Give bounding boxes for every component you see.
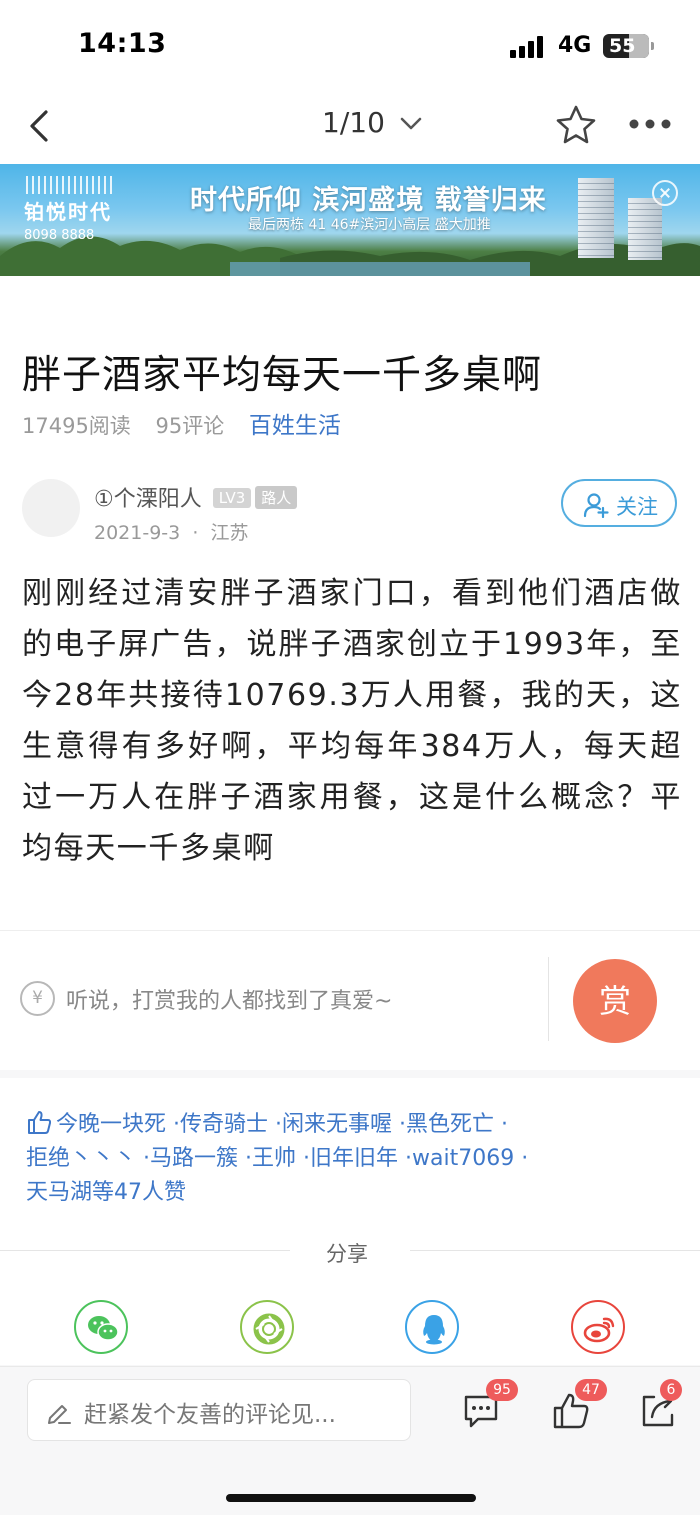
author-info: ①个溧阳人 LV3 路人 <box>94 481 298 513</box>
bottom-bar: 赶紧发个友善的评论见... 95 47 6 <box>0 1366 700 1515</box>
battery-level: 55 <box>609 35 636 57</box>
back-button[interactable] <box>22 106 62 146</box>
divider <box>548 957 549 1041</box>
liker-name[interactable]: ·黑色死亡 <box>399 1112 494 1137</box>
ad-banner[interactable]: 铂悦时代 8098 8888 时代所仰 滨河盛境 载誉归来 最后两栋 41 46… <box>0 164 700 276</box>
comments-button[interactable]: 95 <box>462 1379 518 1431</box>
liker-name[interactable]: ·王帅 <box>245 1146 296 1171</box>
like-button[interactable]: 47 <box>551 1379 607 1431</box>
read-count: 17495阅读 <box>22 414 131 438</box>
qq-icon <box>423 1315 445 1345</box>
banner-phone: 8098 8888 <box>24 228 95 243</box>
article-title: 胖子酒家平均每天一千多桌啊 <box>22 353 543 398</box>
follow-label: 关注 <box>616 495 658 519</box>
share-count-badge: 6 <box>660 1379 682 1401</box>
post-location: 江苏 <box>210 522 249 544</box>
level-badge: LV3 <box>212 488 252 508</box>
chevron-down-icon <box>400 117 422 130</box>
avatar[interactable] <box>22 479 80 537</box>
article-body: 刚刚经过清安胖子酒家门口，看到他们酒店做的电子屏广告，说胖子酒家创立于1993年… <box>22 576 682 866</box>
pencil-icon <box>48 1405 71 1424</box>
liker-name[interactable]: ·闲来无事喔 <box>275 1112 392 1137</box>
yen-icon: ¥ <box>20 981 55 1016</box>
likers-list: 今晚一块死 ·传奇骑士 ·闲来无事喔 ·黑色死亡 · 拒绝丶丶丶 ·马路一簇 ·… <box>26 1108 686 1210</box>
comment-input[interactable]: 赶紧发个友善的评论见... <box>27 1379 411 1441</box>
category-link[interactable]: 百姓生活 <box>249 413 341 439</box>
chevron-left-icon <box>30 110 48 142</box>
liker-name[interactable]: 今晚一块死 <box>56 1112 166 1137</box>
comment-count: 95评论 <box>155 414 225 438</box>
article-meta: 17495阅读 95评论 百姓生活 <box>22 406 359 440</box>
author-name[interactable]: ①个溧阳人 <box>94 487 202 512</box>
liker-name[interactable]: ·wait7069 <box>405 1146 514 1171</box>
reward-section: ¥ 听说，打赏我的人都找到了真爱~ 赏 <box>0 930 700 1070</box>
home-indicator[interactable] <box>226 1494 476 1502</box>
liker-name[interactable]: ·传奇骑士 <box>173 1112 268 1137</box>
role-badge: 路人 <box>255 486 298 509</box>
reward-text: 听说，打赏我的人都找到了真爱~ <box>66 989 393 1014</box>
thumbs-up-icon <box>28 1111 52 1134</box>
favorite-button[interactable] <box>555 104 597 146</box>
post-date: 2021-9-3 <box>94 522 181 544</box>
separator-dot: · <box>521 1146 529 1171</box>
reward-button[interactable]: 赏 <box>573 959 657 1043</box>
share-moments-button[interactable] <box>240 1300 294 1354</box>
banner-building <box>628 198 662 260</box>
liker-name[interactable]: ·马路一簇 <box>143 1146 238 1171</box>
wechat-icon <box>88 1316 119 1341</box>
follow-button[interactable]: 关注 <box>561 479 677 527</box>
banner-brand: 铂悦时代 <box>24 200 112 224</box>
battery-icon: 55 <box>603 34 654 58</box>
separator-dot: · <box>501 1112 509 1137</box>
share-qq-button[interactable] <box>405 1300 459 1354</box>
status-time: 14:13 <box>78 28 167 59</box>
signal-icon <box>510 36 546 58</box>
share-weibo-button[interactable] <box>571 1300 625 1354</box>
moments-icon <box>253 1313 285 1345</box>
share-wechat-button[interactable] <box>74 1300 128 1354</box>
page-indicator-label: 1/10 <box>322 106 385 139</box>
more-dots-icon <box>629 119 671 129</box>
banner-close-button[interactable] <box>652 180 678 206</box>
star-icon <box>556 105 596 144</box>
status-bar: 14:13 4G 55 <box>0 0 700 92</box>
article: 胖子酒家平均每天一千多桌啊 17495阅读 95评论 百姓生活 ①个溧阳人 LV… <box>0 276 700 930</box>
banner-headline: 时代所仰 滨河盛境 载誉归来 <box>190 185 547 216</box>
weibo-icon <box>583 1317 615 1343</box>
banner-building <box>578 178 614 258</box>
likes-section: 今晚一块死 ·传奇骑士 ·闲来无事喔 ·黑色死亡 · 拒绝丶丶丶 ·马路一簇 ·… <box>0 1078 700 1365</box>
separator-dot: · <box>192 522 199 544</box>
like-count-badge: 47 <box>575 1379 607 1401</box>
add-user-icon <box>583 493 609 518</box>
banner-subline: 最后两栋 41 46#滨河小高层 盛大加推 <box>248 217 491 233</box>
banner-logo: 铂悦时代 8098 8888 <box>22 174 118 250</box>
comment-placeholder: 赶紧发个友善的评论见... <box>84 1402 336 1428</box>
post-date-location: 2021-9-3 · 江苏 <box>94 518 249 545</box>
nav-bar: 1/10 <box>0 92 700 164</box>
comment-count-badge: 95 <box>486 1379 518 1401</box>
more-button[interactable] <box>628 112 672 136</box>
liker-name[interactable]: ·旧年旧年 <box>303 1146 398 1171</box>
liker-name[interactable]: 拒绝丶丶丶 <box>26 1146 136 1171</box>
page-indicator[interactable]: 1/10 <box>322 106 422 139</box>
network-type: 4G <box>558 33 592 58</box>
share-label: 分享 <box>326 1242 368 1266</box>
share-button[interactable]: 6 <box>638 1379 682 1431</box>
likes-summary[interactable]: 天马湖等47人赞 <box>26 1180 186 1205</box>
